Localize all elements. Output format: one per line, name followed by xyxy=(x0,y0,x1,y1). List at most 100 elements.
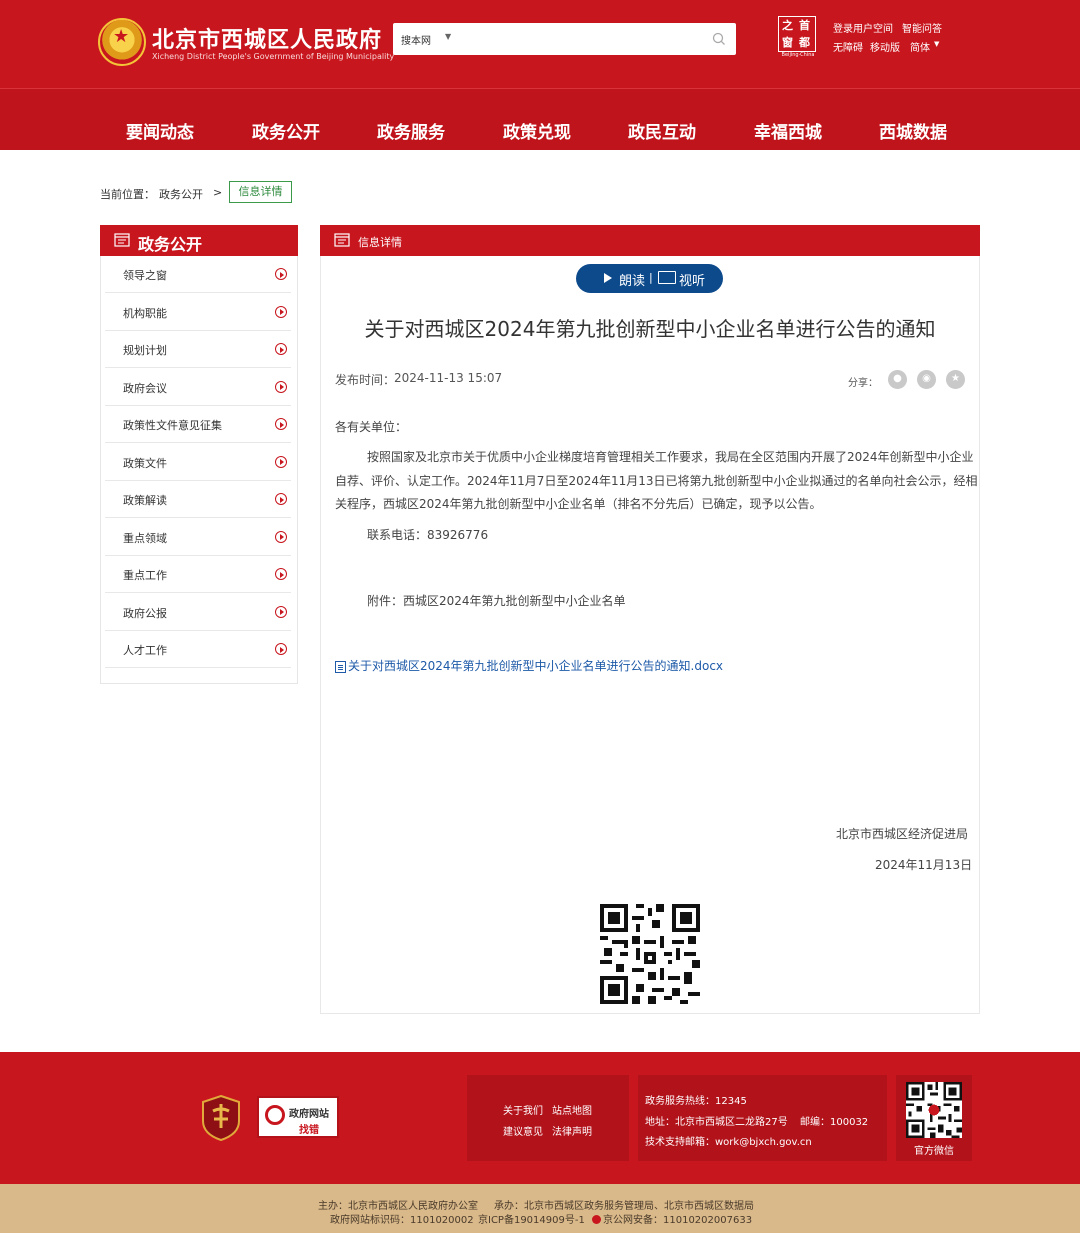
arrow-right-circle-icon xyxy=(275,643,287,655)
sidebar-item-label: 政策性文件意见征集 xyxy=(123,419,222,432)
sidebar-item-label: 重点领域 xyxy=(123,531,167,545)
sidebar-item-key-work[interactable]: 重点工作 xyxy=(105,556,291,593)
postcode: 邮编：100032 xyxy=(800,1117,869,1128)
nav-policy-redeem[interactable]: 政策兑现 xyxy=(503,118,571,143)
icp-link[interactable]: 京ICP备19014909号-1 xyxy=(478,1211,585,1226)
sponsor-text: 主办：北京市西城区人民政府办公室 xyxy=(318,1201,478,1212)
site-subtitle: Xicheng District People's Government of … xyxy=(152,52,395,61)
reader-separator: | xyxy=(649,271,653,284)
arrow-right-circle-icon xyxy=(275,605,287,618)
sidebar-item-talent[interactable]: 人才工作 xyxy=(105,631,291,668)
nav-happy-xicheng[interactable]: 幸福西城 xyxy=(754,118,822,143)
search-input[interactable] xyxy=(463,27,703,51)
issue-date: 2024年11月13日 xyxy=(875,858,973,872)
arrow-right-circle-icon xyxy=(275,268,287,280)
nav-news[interactable]: 要闻动态 xyxy=(126,118,194,143)
accessibility-link[interactable]: 无障碍 xyxy=(833,39,863,54)
body-line-1: 按照国家及北京市关于优质中小企业梯度培育管理相关工作要求，我局在全区范围内开展了… xyxy=(367,450,974,464)
sidebar-item-policy-consultation[interactable]: 政策性文件意见征集 xyxy=(105,406,291,443)
arrow-right-circle-icon xyxy=(275,343,287,355)
sidebar-item-label: 领导之窗 xyxy=(123,269,167,282)
legal-notice-link[interactable]: 法律声明 xyxy=(552,1123,592,1138)
share-label: 分享： xyxy=(848,378,878,389)
monitor-icon[interactable] xyxy=(658,271,676,284)
read-aloud-button[interactable]: 朗读 xyxy=(619,270,645,289)
reader-toolbar: 朗读 | 视听 xyxy=(576,264,723,293)
content-header: 信息详情 xyxy=(320,225,980,256)
arrow-right-circle-icon xyxy=(275,455,287,468)
language-select[interactable]: 简体 xyxy=(910,39,930,54)
nav-interaction[interactable]: 政民互动 xyxy=(628,118,696,143)
site-id-text: 政府网站标识码：1101020002 xyxy=(330,1215,474,1226)
wechat-qr-code-icon xyxy=(906,1082,962,1138)
police-badge-icon xyxy=(592,1215,601,1224)
search-icon[interactable] xyxy=(711,31,727,47)
sidebar-item-label: 政策解读 xyxy=(123,494,167,507)
sidebar-item-label: 重点工作 xyxy=(123,569,167,582)
sidebar-item-gazette[interactable]: 政府公报 xyxy=(105,594,291,631)
gov-error-title: 政府网站 xyxy=(289,1109,329,1120)
breadcrumb-link[interactable]: 政务公开 xyxy=(159,186,203,202)
sidebar-item-label: 政府公报 xyxy=(123,606,167,620)
favorite-star-icon[interactable]: ★ xyxy=(946,370,965,389)
sidebar-item-policy-documents[interactable]: 政策文件 xyxy=(105,444,291,481)
chevron-down-icon[interactable]: ▼ xyxy=(934,40,939,48)
publish-time: 2024-11-13 15:07 xyxy=(394,371,503,385)
sidebar-header: 政务公开 xyxy=(100,225,298,256)
body-line-3: 关程序，西城区2024年第九批创新型中小企业名单（排名不分先后）已确定，现予以公… xyxy=(335,497,822,511)
site-title[interactable]: 北京市西城区人民政府 xyxy=(152,22,382,54)
sidebar-item-plans[interactable]: 规划计划 xyxy=(105,331,291,368)
arrow-right-circle-icon xyxy=(275,418,287,430)
sidebar-item-label: 政策文件 xyxy=(123,456,167,470)
police-record-link[interactable]: 京公网安备：11010202007633 xyxy=(592,1211,752,1226)
article-qr-code-icon xyxy=(600,904,700,1004)
sidebar-item-label: 规划计划 xyxy=(123,344,167,357)
about-us-link[interactable]: 关于我们 xyxy=(503,1102,543,1117)
weibo-icon[interactable]: ◉ xyxy=(917,370,936,389)
chevron-down-icon[interactable]: ▼ xyxy=(445,32,451,41)
organizer-text: 承办：北京市西城区政务服务管理局、北京市西城区数据局 xyxy=(494,1201,754,1212)
address: 地址：北京市西城区二龙路27号 xyxy=(645,1117,788,1128)
wechat-icon[interactable]: ● xyxy=(888,370,907,389)
arrow-right-circle-icon xyxy=(275,305,287,318)
breadcrumb-current: 信息详情 xyxy=(229,181,292,203)
capital-logo-caption: Beijing·China xyxy=(781,52,815,58)
document-icon xyxy=(114,233,130,247)
smart-qa-link[interactable]: 智能问答 xyxy=(902,20,942,35)
sidebar-item-label: 人才工作 xyxy=(123,644,167,657)
publish-time-label: 发布时间： xyxy=(335,373,396,387)
nav-xicheng-data[interactable]: 西城数据 xyxy=(879,118,947,143)
gov-site-error-report-button[interactable]: 政府网站 找错 xyxy=(257,1096,339,1138)
nav-gov-affairs[interactable]: 政务公开 xyxy=(252,118,320,143)
sitemap-link[interactable]: 站点地图 xyxy=(552,1102,592,1117)
sidebar-item-functions[interactable]: 机构职能 xyxy=(105,294,291,331)
salutation: 各有关单位： xyxy=(335,420,408,434)
play-icon[interactable] xyxy=(604,273,612,283)
sidebar-item-label: 政府会议 xyxy=(123,381,167,395)
police-record-text: 京公网安备：11010202007633 xyxy=(603,1215,753,1226)
arrow-right-circle-icon xyxy=(275,380,287,393)
audio-visual-button[interactable]: 视听 xyxy=(679,270,705,289)
mobile-version-link[interactable]: 移动版 xyxy=(870,39,900,54)
feedback-link[interactable]: 建议意见 xyxy=(503,1123,543,1138)
attachment-download-link[interactable]: 关于对西城区2024年第九批创新型中小企业名单进行公告的通知.docx xyxy=(335,657,723,674)
sidebar-item-leaders[interactable]: 领导之窗 xyxy=(105,256,291,293)
login-link[interactable]: 登录用户空间 xyxy=(833,20,893,35)
search-scope-select[interactable]: 搜本网 xyxy=(401,32,431,47)
support-email: 技术支持邮箱：work@bjxch.gov.cn xyxy=(645,1137,812,1148)
arrow-right-circle-icon xyxy=(275,568,287,580)
document-icon xyxy=(334,233,350,247)
sidebar-item-key-areas[interactable]: 重点领域 xyxy=(105,519,291,556)
breadcrumb-separator: > xyxy=(213,186,223,199)
national-emblem-icon[interactable]: ★ xyxy=(98,18,146,66)
arrow-right-circle-icon xyxy=(275,493,287,505)
sidebar-title: 政务公开 xyxy=(138,235,203,254)
nav-services[interactable]: 政务服务 xyxy=(377,118,445,143)
breadcrumb-label: 当前位置： xyxy=(100,188,155,201)
issuing-authority: 北京市西城区经济促进局 xyxy=(836,827,969,841)
article-title: 关于对西城区2024年第九批创新型中小企业名单进行公告的通知 xyxy=(364,317,936,341)
sidebar-item-policy-interpretation[interactable]: 政策解读 xyxy=(105,481,291,518)
arrow-right-circle-icon xyxy=(275,530,287,543)
party-organ-badge-icon[interactable] xyxy=(201,1095,241,1141)
sidebar-item-meetings[interactable]: 政府会议 xyxy=(105,369,291,406)
